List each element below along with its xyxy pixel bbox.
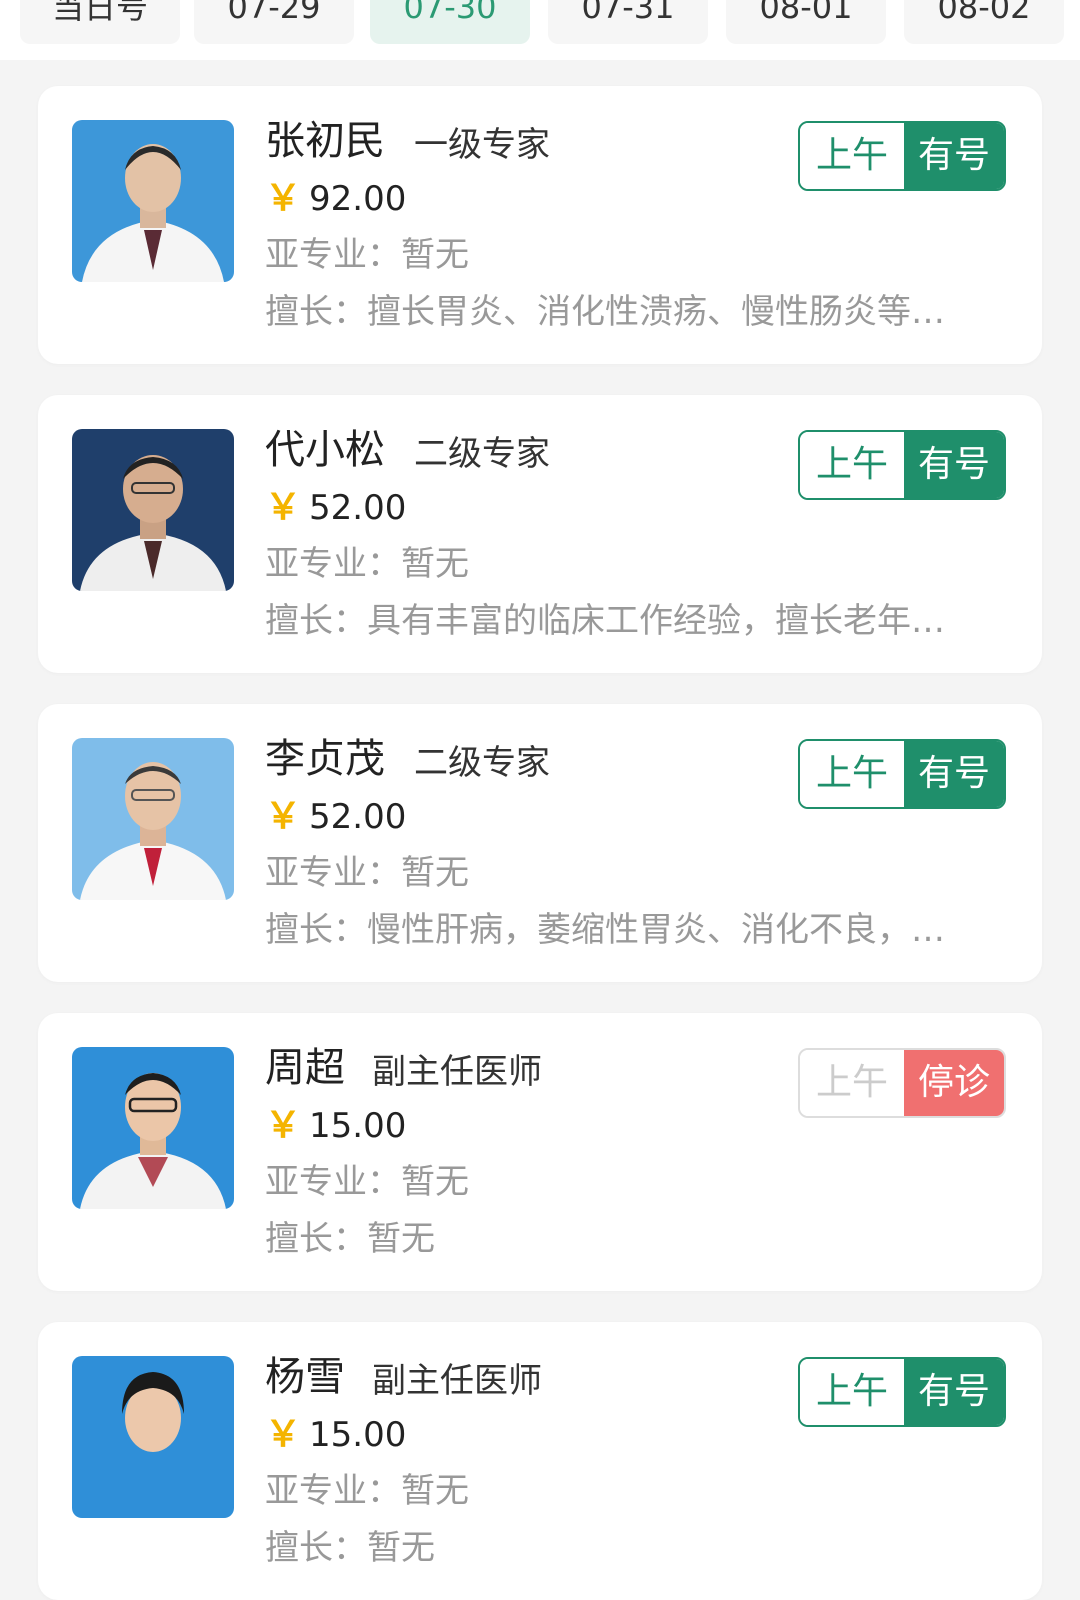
doctor-avatar (72, 120, 234, 282)
doctor-subspecialty: 亚专业：暂无 (265, 544, 469, 584)
doctor-price: 52.00 (309, 797, 407, 837)
slot-period: 上午 (800, 741, 904, 807)
yen-icon: ￥ (265, 796, 302, 837)
yen-icon: ￥ (265, 178, 302, 219)
slot-button: 上午 停诊 (798, 1048, 1006, 1118)
doctor-avatar (72, 738, 234, 900)
doctor-name: 代小松 (265, 427, 385, 473)
date-tab-0802[interactable]: 08-02 (904, 0, 1064, 44)
doctor-subspecialty: 亚专业：暂无 (265, 235, 469, 275)
date-tab-today[interactable]: 当日号 (20, 0, 180, 44)
yen-icon: ￥ (265, 1105, 302, 1146)
doctor-title: 二级专家 (414, 434, 550, 474)
doctor-title: 副主任医师 (372, 1361, 542, 1401)
doctor-title: 二级专家 (414, 743, 550, 783)
price-row: ￥ 92.00 (265, 176, 406, 222)
slot-status: 停诊 (904, 1050, 1004, 1116)
slot-status: 有号 (904, 123, 1004, 189)
doctor-price: 52.00 (309, 488, 407, 528)
price-row: ￥ 15.00 (265, 1412, 406, 1458)
date-tab-0729[interactable]: 07-29 (194, 0, 354, 44)
slot-period: 上午 (800, 432, 904, 498)
doctor-subspecialty: 亚专业：暂无 (265, 1162, 469, 1202)
doctor-price: 15.00 (309, 1415, 407, 1455)
doctor-price: 15.00 (309, 1106, 407, 1146)
doctor-avatar (72, 1047, 234, 1209)
yen-icon: ￥ (265, 487, 302, 528)
slot-period: 上午 (800, 1050, 904, 1116)
doctor-specialty: 擅长：具有丰富的临床工作经验，擅长老年… (265, 601, 945, 641)
doctor-name: 周超 (265, 1045, 345, 1091)
date-tab-0731[interactable]: 07-31 (548, 0, 708, 44)
doctor-avatar (72, 1356, 234, 1518)
doctor-name: 杨雪 (265, 1354, 345, 1400)
date-tab-0730[interactable]: 07-30 (370, 0, 530, 44)
doctor-name: 张初民 (265, 118, 385, 164)
slot-button[interactable]: 上午 有号 (798, 430, 1006, 500)
doctor-card[interactable]: 周超 副主任医师 ￥ 15.00 亚专业：暂无 擅长：暂无 上午 停诊 (38, 1013, 1042, 1291)
slot-status: 有号 (904, 1359, 1004, 1425)
doctor-specialty: 擅长：慢性肝病，萎缩性胃炎、消化不良，… (265, 910, 945, 950)
slot-period: 上午 (800, 1359, 904, 1425)
slot-status: 有号 (904, 741, 1004, 807)
price-row: ￥ 52.00 (265, 485, 406, 531)
doctor-name: 李贞茂 (265, 736, 385, 782)
yen-icon: ￥ (265, 1414, 302, 1455)
doctor-subspecialty: 亚专业：暂无 (265, 1471, 469, 1511)
doctor-card[interactable]: 代小松 二级专家 ￥ 52.00 亚专业：暂无 擅长：具有丰富的临床工作经验，擅长… (38, 395, 1042, 673)
doctor-specialty: 擅长：暂无 (265, 1528, 435, 1568)
date-tab-0801[interactable]: 08-01 (726, 0, 886, 44)
slot-button[interactable]: 上午 有号 (798, 1357, 1006, 1427)
doctor-specialty: 擅长：擅长胃炎、消化性溃疡、慢性肠炎等… (265, 292, 945, 332)
doctor-card[interactable]: 杨雪 副主任医师 ￥ 15.00 亚专业：暂无 擅长：暂无 上午 有号 (38, 1322, 1042, 1600)
doctor-card[interactable]: 张初民 一级专家 ￥ 92.00 亚专业：暂无 擅长：擅长胃炎、消化性溃疡、慢性肠… (38, 86, 1042, 364)
price-row: ￥ 52.00 (265, 794, 406, 840)
date-tab-bar: 当日号 07-29 07-30 07-31 08-01 08-02 (0, 0, 1080, 60)
doctor-title: 一级专家 (414, 125, 550, 165)
doctor-title: 副主任医师 (372, 1052, 542, 1092)
slot-period: 上午 (800, 123, 904, 189)
doctor-card[interactable]: 李贞茂 二级专家 ￥ 52.00 亚专业：暂无 擅长：慢性肝病，萎缩性胃炎、消化不… (38, 704, 1042, 982)
doctor-subspecialty: 亚专业：暂无 (265, 853, 469, 893)
doctor-avatar (72, 429, 234, 591)
price-row: ￥ 15.00 (265, 1103, 406, 1149)
slot-button[interactable]: 上午 有号 (798, 739, 1006, 809)
doctor-specialty: 擅长：暂无 (265, 1219, 435, 1259)
slot-button[interactable]: 上午 有号 (798, 121, 1006, 191)
slot-status: 有号 (904, 432, 1004, 498)
doctor-price: 92.00 (309, 179, 407, 219)
